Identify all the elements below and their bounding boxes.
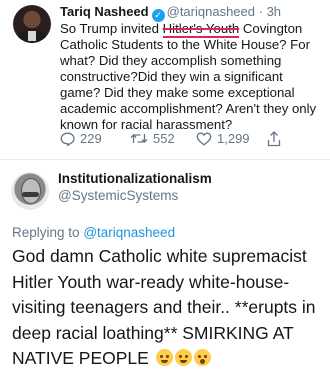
retweet-icon xyxy=(130,132,148,145)
retweet-count: 552 xyxy=(153,131,175,146)
avatar[interactable] xyxy=(11,172,49,210)
avatar[interactable] xyxy=(13,5,51,43)
heart-icon xyxy=(196,132,212,146)
replying-to: Replying to @tariqnasheed xyxy=(12,225,176,240)
tweet-actions: 229 552 1,299 xyxy=(60,131,320,149)
reply-author-name[interactable]: Institutionalizationalism xyxy=(58,171,212,186)
like-count: 1,299 xyxy=(217,131,250,146)
author-name[interactable]: Tariq Nasheed xyxy=(60,4,149,19)
tweet-header: Tariq Nasheed ✓ @tariqnasheed · 3h xyxy=(60,4,281,22)
reply-icon xyxy=(60,132,75,146)
author-handle[interactable]: @tariqnasheed xyxy=(167,4,255,19)
retweet-button[interactable]: 552 xyxy=(130,131,175,146)
reply-button[interactable]: 229 xyxy=(60,131,102,146)
original-tweet[interactable]: Tariq Nasheed ✓ @tariqnasheed · 3h So Trum… xyxy=(0,0,330,158)
replying-to-link[interactable]: @tariqnasheed xyxy=(83,225,175,240)
reply-author-handle[interactable]: @SystemicSystems xyxy=(58,188,178,203)
divider xyxy=(0,159,330,160)
share-button[interactable] xyxy=(267,131,281,147)
astonished-face-icon xyxy=(193,349,211,366)
tweet-time[interactable]: · 3h xyxy=(259,4,281,19)
like-button[interactable]: 1,299 xyxy=(196,131,250,146)
struck-text: Hitler's Youth xyxy=(162,21,240,38)
reply-text: God damn Catholic white supremacist Hitl… xyxy=(12,246,316,368)
weary-face-icon xyxy=(174,349,192,366)
reply-count: 229 xyxy=(80,131,102,146)
steaming-face-icon xyxy=(155,349,173,366)
tweet-text: So Trump invited Hitler's Youth Covingto… xyxy=(60,21,317,132)
share-icon xyxy=(267,131,281,147)
